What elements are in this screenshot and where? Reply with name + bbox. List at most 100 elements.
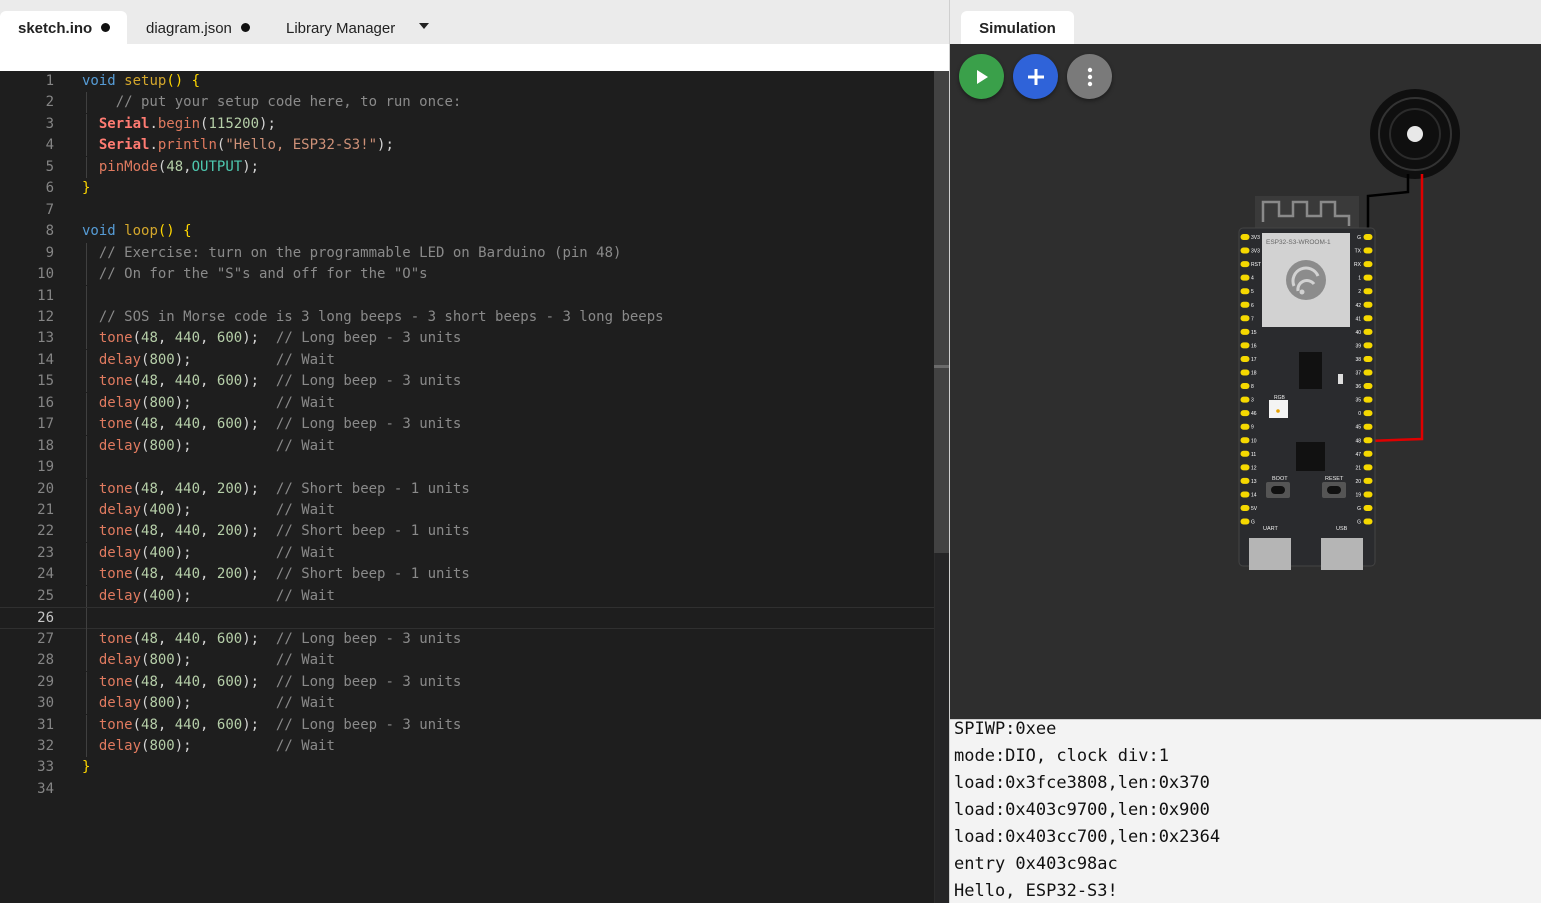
pin-header[interactable] [1240,410,1250,417]
code-line[interactable]: 22 tone(48, 440, 200); // Short beep - 1… [0,521,948,543]
scrollbar-cursor-marker [934,365,949,368]
tab-simulation[interactable]: Simulation [961,11,1074,44]
pin-header[interactable] [1363,383,1373,390]
line-number: 23 [37,544,54,561]
code-line[interactable]: 21 delay(400); // Wait [0,500,948,521]
code-line[interactable]: 4 Serial.println("Hello, ESP32-S3!"); [0,135,948,157]
pin-header[interactable] [1240,355,1250,362]
pin-header[interactable] [1363,396,1373,403]
wire-pin-48[interactable] [1367,174,1424,443]
serial-monitor[interactable]: SPIWP:0xee mode:DIO, clock div:1 load:0x… [950,719,1541,903]
code-line[interactable]: 14 delay(800); // Wait [0,349,948,371]
pin-header[interactable] [1363,505,1373,511]
pin-header[interactable] [1240,491,1250,498]
simulation-canvas[interactable]: ESP32-S3-WROOM-1 RGB BOOT RESET UART USB… [950,44,1541,719]
chevron-down-icon[interactable] [419,23,429,29]
code-line[interactable]: 33} [0,757,948,778]
line-number: 14 [37,351,54,368]
code-line[interactable]: 11 [0,285,948,307]
pin-header[interactable] [1363,477,1373,484]
code-line[interactable]: 10 // On for the "S"s and off for the "O… [0,264,948,286]
code-line[interactable]: 28 delay(800); // Wait [0,650,948,672]
pin-header[interactable] [1363,410,1373,417]
code-line[interactable]: 25 delay(400); // Wait [0,585,948,607]
code-line[interactable]: 2 // put your setup code here, to run on… [0,92,948,114]
pin-header[interactable] [1240,328,1250,335]
pin-header[interactable] [1240,396,1250,403]
code-line[interactable]: 8 void loop() { [0,221,948,242]
pin-label: 12 [1251,465,1257,471]
pin-label: 48 [1355,438,1361,444]
pin-header[interactable] [1363,369,1373,376]
pin-header[interactable] [1240,342,1250,349]
code-line[interactable]: 18 delay(800); // Wait [0,435,948,457]
pin-header[interactable] [1363,261,1373,268]
code-line[interactable]: 15 tone(48, 440, 600); // Long beep - 3 … [0,371,948,393]
pin-header[interactable] [1363,274,1373,281]
pin-header[interactable] [1240,288,1250,295]
code-line[interactable]: 26 [0,607,948,630]
code-line[interactable]: 30 delay(800); // Wait [0,693,948,715]
code-line[interactable]: 5 pinMode(48,OUTPUT); [0,156,948,178]
code-line[interactable]: 12 // SOS in Morse code is 3 long beeps … [0,306,948,328]
code-line[interactable]: 34 [0,779,948,800]
code-line[interactable]: 7 [0,200,948,221]
pin-header[interactable] [1363,518,1373,525]
tab-diagram-json[interactable]: diagram.json [146,11,250,44]
pin-header[interactable] [1240,247,1250,254]
pin-header[interactable] [1240,423,1250,430]
pin-header[interactable] [1240,518,1250,525]
esp32-s3-board[interactable]: ESP32-S3-WROOM-1 RGB BOOT RESET UART USB… [1238,196,1376,570]
pin-header[interactable] [1240,464,1250,471]
pin-header[interactable] [1363,342,1373,349]
code-line[interactable]: 20 tone(48, 440, 200); // Short beep - 1… [0,478,948,500]
code-line[interactable]: 23 delay(400); // Wait [0,542,948,564]
tab-sketch-ino[interactable]: sketch.ino [0,11,127,44]
code-line[interactable]: 19 [0,457,948,479]
pin-header[interactable] [1363,288,1373,295]
code-line[interactable]: 17 tone(48, 440, 600); // Long beep - 3 … [0,414,948,436]
code-line[interactable]: 31 tone(48, 440, 600); // Long beep - 3 … [0,714,948,736]
pin-header[interactable] [1363,247,1373,254]
indent-guide [86,714,87,736]
line-number: 7 [45,201,54,218]
code-text-area[interactable]: 1 void setup() {2 // put your setup code … [0,71,948,903]
buzzer-part[interactable] [1370,89,1460,179]
pin-header[interactable] [1363,491,1373,498]
pin-header[interactable] [1240,301,1250,308]
pin-header[interactable] [1240,261,1250,268]
pin-header[interactable] [1363,234,1373,240]
code-line[interactable]: 6} [0,178,948,199]
wire-gnd[interactable] [1366,174,1410,234]
pin-header[interactable] [1363,315,1373,322]
pin-header[interactable] [1240,477,1250,484]
pin-header[interactable] [1363,423,1373,430]
pin-header[interactable] [1363,328,1373,335]
pin-header[interactable] [1240,234,1250,240]
code-line[interactable]: 13 tone(48, 440, 600); // Long beep - 3 … [0,328,948,350]
code-line[interactable]: 3 Serial.begin(115200); [0,113,948,135]
code-line[interactable]: 1 void setup() { [0,71,948,92]
line-number: 27 [37,630,54,647]
pin-header[interactable] [1240,437,1250,444]
pin-header[interactable] [1240,369,1250,376]
pin-header[interactable] [1240,450,1250,457]
code-line[interactable]: 24 tone(48, 440, 200); // Short beep - 1… [0,564,948,586]
pin-header[interactable] [1240,315,1250,322]
code-line[interactable]: 16 delay(800); // Wait [0,392,948,414]
pin-header[interactable] [1363,355,1373,362]
pin-header[interactable] [1363,464,1373,471]
serial-line: load:0x3fce3808,len:0x370 [954,773,1210,793]
pin-header[interactable] [1363,301,1373,308]
code-line[interactable]: 32 delay(800); // Wait [0,735,948,757]
pin-header[interactable] [1240,383,1250,390]
pin-header[interactable] [1240,505,1250,511]
tab-library-manager[interactable]: Library Manager [286,11,395,44]
pin-header[interactable] [1363,450,1373,457]
code-line[interactable]: 27 tone(48, 440, 600); // Long beep - 3 … [0,628,948,650]
pin-header[interactable] [1363,437,1373,444]
code-line[interactable]: 9 // Exercise: turn on the programmable … [0,242,948,264]
pin-header[interactable] [1240,274,1250,281]
code-line[interactable]: 29 tone(48, 440, 600); // Long beep - 3 … [0,671,948,693]
editor-scrollbar-thumb[interactable] [934,71,949,553]
